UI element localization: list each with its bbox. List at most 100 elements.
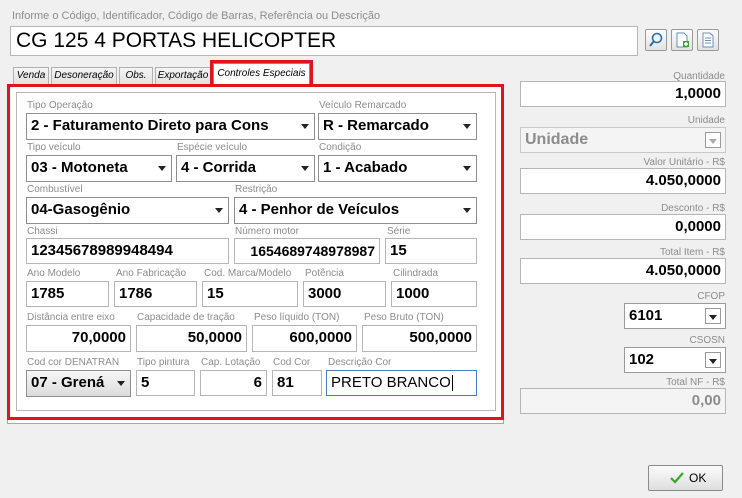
- combustivel-select[interactable]: 04-Gasogênio: [26, 197, 229, 224]
- total-item-label: Total Item - R$: [659, 247, 725, 258]
- descricao-cor-label: Descrição Cor: [328, 357, 392, 368]
- ano-fabricacao-label: Ano Fabricação: [116, 268, 187, 279]
- document-button[interactable]: [697, 29, 719, 51]
- tab-controles-especiais[interactable]: Controles Especiais: [213, 63, 310, 84]
- potencia-input[interactable]: 3000: [303, 281, 386, 307]
- valor-unitario-label: Valor Unitário - R$: [643, 157, 725, 168]
- check-icon: [670, 472, 684, 484]
- csosn-dropdown-button[interactable]: [705, 352, 721, 368]
- combustivel-label: Combustível: [27, 184, 83, 195]
- peso-liquido-input[interactable]: 600,0000: [252, 325, 357, 352]
- search-icon: [649, 32, 663, 47]
- tipo-veiculo-label: Tipo veículo: [27, 142, 81, 153]
- chevron-down-icon: [301, 166, 309, 171]
- chassi-label: Chassi: [27, 226, 58, 237]
- unidade-dropdown-button[interactable]: [705, 132, 721, 148]
- cod-marca-modelo-input[interactable]: 15: [202, 281, 298, 307]
- condicao-value: 1 - Acabado: [323, 159, 408, 176]
- chevron-down-icon: [215, 208, 223, 213]
- cilindrada-label: Cilindrada: [393, 268, 439, 279]
- distancia-eixo-input[interactable]: 70,0000: [26, 325, 131, 352]
- capacidade-tracao-label: Capacidade de tração: [137, 312, 235, 323]
- tipo-veiculo-value: 03 - Motoneta: [31, 159, 128, 176]
- chevron-down-icon: [709, 139, 717, 144]
- chevron-down-icon: [709, 315, 717, 320]
- combustivel-value: 04-Gasogênio: [31, 201, 131, 218]
- peso-bruto-input[interactable]: 500,0000: [362, 325, 477, 352]
- add-document-icon: [676, 32, 689, 48]
- tab-desoneracao[interactable]: Desoneração: [51, 67, 117, 85]
- cap-lotacao-input[interactable]: 6: [200, 370, 267, 396]
- unidade-select[interactable]: Unidade: [520, 127, 726, 153]
- condicao-select[interactable]: 1 - Acabado: [318, 155, 477, 182]
- desconto-input[interactable]: 0,0000: [520, 214, 726, 240]
- descricao-cor-input[interactable]: PRETO BRANCO: [326, 370, 477, 396]
- csosn-select[interactable]: 102: [624, 347, 726, 373]
- unidade-value: Unidade: [525, 131, 589, 148]
- ok-button[interactable]: OK: [648, 465, 723, 491]
- cod-cor-denatran-value: 07 - Grená: [31, 374, 105, 391]
- veiculo-remarcado-label: Veículo Remarcado: [319, 100, 407, 111]
- chevron-down-icon: [463, 208, 471, 213]
- condicao-label: Condição: [319, 142, 362, 153]
- cod-cor-label: Cod Cor: [273, 357, 311, 368]
- serie-input[interactable]: 15: [385, 238, 477, 264]
- cilindrada-input[interactable]: 1000: [391, 281, 477, 307]
- restricao-value: 4 - Penhor de Veículos: [239, 201, 400, 218]
- cap-lotacao-label: Cap. Lotação: [201, 357, 261, 368]
- tab-venda[interactable]: Venda: [13, 67, 49, 85]
- csosn-label: CSOSN: [689, 335, 725, 346]
- total-item-input[interactable]: 4.050,0000: [520, 258, 726, 284]
- csosn-value: 102: [629, 351, 655, 368]
- distancia-eixo-label: Distância entre eixo: [27, 312, 115, 323]
- tab-exportacao[interactable]: Exportação: [155, 67, 211, 85]
- cfop-value: 6101: [629, 307, 663, 324]
- cfop-dropdown-button[interactable]: [705, 308, 721, 324]
- chevron-down-icon: [709, 359, 717, 364]
- tipo-operacao-select[interactable]: 2 - Faturamento Direto para Cons: [26, 113, 315, 140]
- potencia-label: Potência: [305, 268, 344, 279]
- document-icon: [702, 32, 714, 48]
- ano-fabricacao-input[interactable]: 1786: [114, 281, 197, 307]
- chevron-down-icon: [463, 166, 471, 171]
- product-search-input[interactable]: CG 125 4 PORTAS HELICOPTER: [10, 26, 638, 56]
- descricao-cor-value: PRETO BRANCO: [331, 374, 451, 391]
- capacidade-tracao-input[interactable]: 50,0000: [136, 325, 247, 352]
- ano-modelo-input[interactable]: 1785: [26, 281, 109, 307]
- especie-veiculo-label: Espécie veículo: [177, 142, 248, 153]
- cfop-select[interactable]: 6101: [624, 303, 726, 329]
- search-button[interactable]: [645, 29, 667, 51]
- numero-motor-label: Número motor: [235, 226, 299, 237]
- veiculo-remarcado-select[interactable]: R - Remarcado: [318, 113, 477, 140]
- ok-label: OK: [689, 471, 707, 485]
- cod-cor-denatran-select[interactable]: 07 - Grená: [26, 370, 131, 397]
- ano-modelo-label: Ano Modelo: [27, 268, 81, 279]
- quantidade-input[interactable]: 1,0000: [520, 81, 726, 107]
- chevron-down-icon: [463, 124, 471, 129]
- peso-bruto-label: Peso Bruto (TON): [364, 312, 444, 323]
- total-nf-input[interactable]: 0,00: [520, 388, 726, 414]
- tipo-pintura-input[interactable]: 5: [136, 370, 195, 396]
- desconto-label: Desconto - R$: [661, 203, 725, 214]
- cod-cor-input[interactable]: 81: [272, 370, 322, 396]
- chevron-down-icon: [301, 124, 309, 129]
- tipo-operacao-label: Tipo Operação: [27, 100, 93, 111]
- veiculo-remarcado-value: R - Remarcado: [323, 117, 429, 134]
- chassi-input[interactable]: 12345678989948494: [26, 238, 229, 264]
- tipo-pintura-label: Tipo pintura: [137, 357, 190, 368]
- restricao-select[interactable]: 4 - Penhor de Veículos: [234, 197, 477, 224]
- cfop-label: CFOP: [697, 291, 725, 302]
- search-label: Informe o Código, Identificador, Código …: [12, 10, 381, 22]
- peso-liquido-label: Peso líquido (TON): [254, 312, 340, 323]
- especie-veiculo-select[interactable]: 4 - Corrida: [176, 155, 315, 182]
- tab-obs[interactable]: Obs.: [119, 67, 153, 85]
- numero-motor-input[interactable]: 1654689748978987: [234, 238, 380, 264]
- cod-marca-modelo-label: Cod. Marca/Modelo: [204, 268, 292, 279]
- total-nf-label: Total NF - R$: [666, 377, 725, 388]
- text-cursor: [451, 375, 453, 392]
- restricao-label: Restrição: [235, 184, 278, 195]
- add-document-button[interactable]: [671, 29, 693, 51]
- tipo-veiculo-select[interactable]: 03 - Motoneta: [26, 155, 172, 182]
- chevron-down-icon: [158, 166, 166, 171]
- valor-unitario-input[interactable]: 4.050,0000: [520, 168, 726, 194]
